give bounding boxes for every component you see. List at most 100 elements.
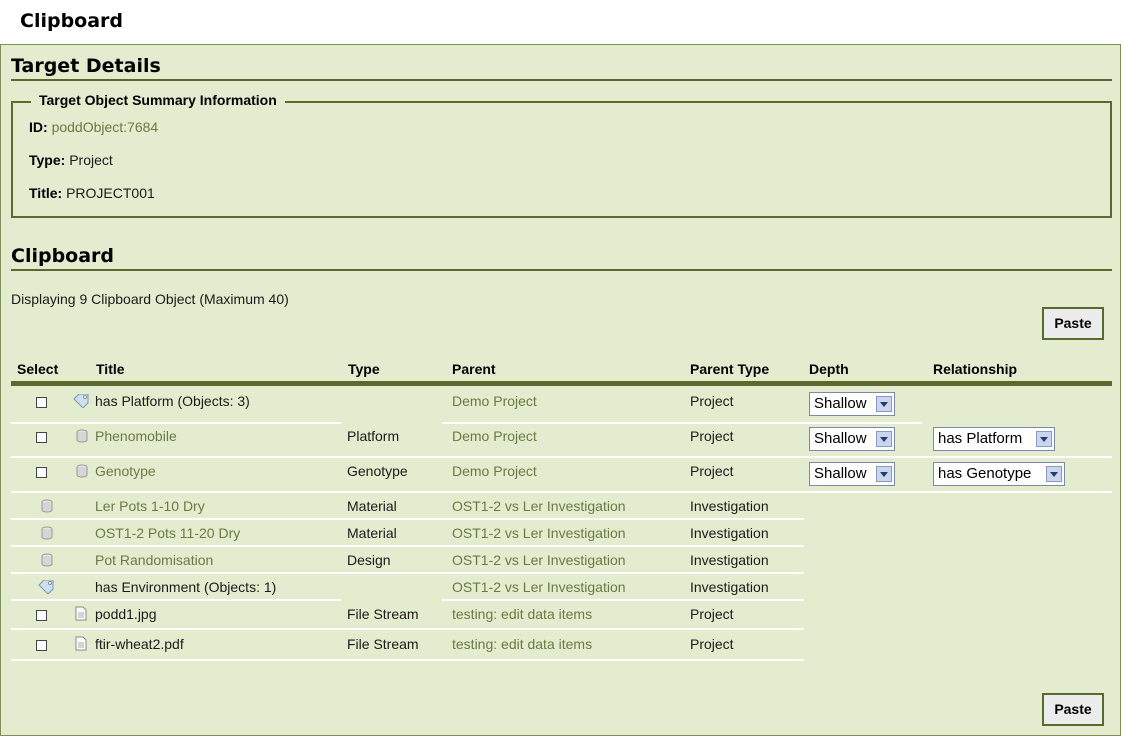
chevron-down-icon — [876, 466, 892, 482]
column-parent: Parent — [452, 361, 496, 377]
row-parent-type: Investigation — [690, 525, 769, 541]
depth-select-value: Shallow — [814, 465, 867, 482]
row-parent-link[interactable]: Demo Project — [452, 428, 537, 444]
row-parent-type: Investigation — [690, 498, 769, 514]
cylinder-icon — [41, 499, 53, 513]
column-select: Select — [17, 361, 59, 377]
tag-icon — [38, 580, 54, 594]
relationship-select[interactable]: has Genotype — [933, 462, 1065, 486]
depth-select[interactable]: Shallow — [809, 427, 895, 451]
depth-select-value: Shallow — [814, 395, 867, 412]
row-divider — [11, 422, 341, 424]
row-parent-link[interactable]: testing: edit data items — [452, 606, 592, 622]
relationship-select-value: has Genotype — [938, 465, 1032, 482]
row-parent-link[interactable]: OST1-2 vs Ler Investigation — [452, 498, 626, 514]
row-parent-type: Project — [690, 606, 734, 622]
cylinder-icon — [76, 429, 88, 443]
column-type: Type — [348, 361, 380, 377]
row-title-link[interactable]: OST1-2 Pots 11-20 Dry — [95, 525, 240, 541]
target-type-value: Project — [69, 152, 113, 168]
page-title: Clipboard — [20, 10, 124, 32]
cylinder-icon — [76, 464, 88, 478]
row-select-checkbox[interactable] — [36, 397, 47, 408]
paste-button-top[interactable]: Paste — [1042, 307, 1104, 340]
row-divider — [11, 628, 804, 630]
row-parent-link[interactable]: OST1-2 vs Ler Investigation — [452, 525, 626, 541]
target-summary-fieldset: Target Object Summary Information ID: po… — [11, 92, 1112, 218]
depth-select-value: Shallow — [814, 430, 867, 447]
chevron-down-icon — [876, 431, 892, 447]
file-icon — [75, 606, 87, 621]
row-divider — [11, 518, 804, 520]
row-parent-type: Project — [690, 636, 734, 652]
chevron-down-icon — [1036, 431, 1052, 447]
target-title-field: Title: PROJECT001 — [29, 185, 155, 201]
row-select-checkbox[interactable] — [36, 467, 47, 478]
cylinder-icon — [41, 553, 53, 567]
chevron-down-icon — [876, 396, 892, 412]
row-parent-link[interactable]: OST1-2 vs Ler Investigation — [452, 552, 626, 568]
target-id-field: ID: poddObject:7684 — [29, 119, 158, 135]
row-select-checkbox[interactable] — [36, 640, 47, 651]
row-select-checkbox[interactable] — [36, 432, 47, 443]
row-divider — [11, 545, 804, 547]
column-parent-type: Parent Type — [690, 361, 770, 377]
target-type-label: Type: — [29, 152, 66, 168]
row-type: Platform — [347, 428, 400, 444]
row-type: File Stream — [347, 606, 419, 622]
row-divider — [11, 572, 804, 574]
depth-select[interactable]: Shallow — [809, 462, 895, 486]
row-title: ftir-wheat2.pdf — [95, 636, 184, 652]
relationship-select-value: has Platform — [938, 430, 1023, 447]
row-divider — [442, 599, 804, 601]
column-relationship: Relationship — [933, 361, 1018, 377]
row-title-link[interactable]: Ler Pots 1-10 Dry — [95, 498, 205, 514]
target-id-label: ID: — [29, 119, 48, 135]
row-title: has Environment (Objects: 1) — [95, 579, 277, 595]
row-type: Material — [347, 498, 397, 514]
row-type: Genotype — [347, 463, 408, 479]
depth-select[interactable]: Shallow — [809, 392, 895, 416]
row-parent-link[interactable]: Demo Project — [452, 463, 537, 479]
file-icon — [75, 636, 87, 651]
main-panel: Target Details Target Object Summary Inf… — [0, 44, 1121, 736]
row-title: podd1.jpg — [95, 606, 157, 622]
row-title-link[interactable]: Phenomobile — [95, 428, 177, 444]
row-divider — [442, 422, 922, 424]
target-id-value: poddObject:7684 — [51, 119, 159, 135]
paste-button-bottom[interactable]: Paste — [1042, 693, 1104, 726]
row-parent-type: Project — [690, 393, 734, 409]
row-parent-type: Project — [690, 428, 734, 444]
row-divider — [11, 491, 1112, 493]
row-parent-type: Investigation — [690, 552, 769, 568]
row-parent-link[interactable]: testing: edit data items — [452, 636, 592, 652]
target-title-value: PROJECT001 — [66, 185, 155, 201]
column-title: Title — [96, 361, 125, 377]
target-title-label: Title: — [29, 185, 63, 201]
cylinder-icon — [41, 526, 53, 540]
row-type: File Stream — [347, 636, 419, 652]
clipboard-count-text: Displaying 9 Clipboard Object (Maximum 4… — [11, 291, 289, 307]
row-divider — [11, 456, 1112, 458]
row-parent-link[interactable]: OST1-2 vs Ler Investigation — [452, 579, 626, 595]
target-summary-legend: Target Object Summary Information — [31, 92, 285, 108]
chevron-down-icon — [1046, 466, 1062, 482]
column-depth: Depth — [809, 361, 849, 377]
row-select-checkbox[interactable] — [36, 610, 47, 621]
table-header-rule — [11, 381, 1112, 386]
row-parent-type: Project — [690, 463, 734, 479]
clipboard-heading: Clipboard — [11, 245, 1112, 271]
row-type: Design — [347, 552, 391, 568]
row-title-link[interactable]: Genotype — [95, 463, 156, 479]
target-details-heading: Target Details — [11, 55, 1112, 81]
row-divider — [11, 659, 804, 661]
target-type-field: Type: Project — [29, 152, 113, 168]
relationship-select[interactable]: has Platform — [933, 427, 1055, 451]
tag-icon — [73, 394, 89, 408]
row-title-link[interactable]: Pot Randomisation — [95, 552, 213, 568]
row-parent-link[interactable]: Demo Project — [452, 393, 537, 409]
row-title: has Platform (Objects: 3) — [95, 393, 250, 409]
row-divider — [11, 599, 341, 601]
row-parent-type: Investigation — [690, 579, 769, 595]
row-type: Material — [347, 525, 397, 541]
